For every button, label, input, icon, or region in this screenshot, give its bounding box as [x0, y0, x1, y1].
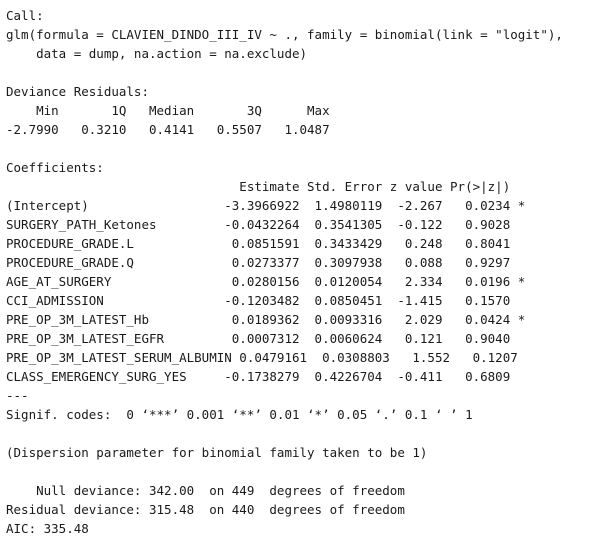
coefficient-row-hb: PRE_OP_3M_LATEST_Hb 0.0189362 0.0093316 …	[6, 312, 526, 327]
coefficient-row-emergency-surg: CLASS_EMERGENCY_SURG_YES -0.1738279 0.42…	[6, 369, 526, 384]
call-header: Call:	[6, 8, 44, 23]
call-args-line: data = dump, na.action = na.exclude)	[6, 46, 308, 61]
residual-deviance-line: Residual deviance: 315.48 on 440 degrees…	[6, 502, 405, 517]
aic-line: AIC: 335.48	[6, 521, 89, 536]
residuals-column-headers: Min 1Q Median 3Q Max	[6, 103, 345, 118]
coefficient-row-intercept: (Intercept) -3.3966922 1.4980119 -2.267 …	[6, 198, 526, 213]
coefficient-row-surgery-path-ketones: SURGERY_PATH_Ketones -0.0432264 0.354130…	[6, 217, 526, 232]
coefficient-row-cci-admission: CCI_ADMISSION -0.1203482 0.0850451 -1.41…	[6, 293, 526, 308]
dispersion-note: (Dispersion parameter for binomial famil…	[6, 445, 428, 460]
call-formula-line: glm(formula = CLAVIEN_DINDO_III_IV ~ ., …	[6, 27, 563, 42]
r-console-output: Call: glm(formula = CLAVIEN_DINDO_III_IV …	[0, 0, 596, 538]
residuals-values: -2.7990 0.3210 0.4141 0.5507 1.0487	[6, 122, 345, 137]
null-deviance-line: Null deviance: 342.00 on 449 degrees of …	[6, 483, 405, 498]
coefficient-row-procedure-grade-l: PROCEDURE_GRADE.L 0.0851591 0.3433429 0.…	[6, 236, 526, 251]
deviance-residuals-header: Deviance Residuals:	[6, 84, 149, 99]
coefficient-row-procedure-grade-q: PROCEDURE_GRADE.Q 0.0273377 0.3097938 0.…	[6, 255, 526, 270]
coefficients-column-headers: Estimate Std. Error z value Pr(>|z|)	[6, 179, 526, 194]
coefficient-row-serum-albumin: PRE_OP_3M_LATEST_SERUM_ALBUMIN 0.0479161…	[6, 350, 533, 365]
signif-codes-line: Signif. codes: 0 ‘***’ 0.001 ‘**’ 0.01 ‘…	[6, 407, 473, 422]
separator-line: ---	[6, 388, 29, 403]
coefficient-row-age-at-surgery: AGE_AT_SURGERY 0.0280156 0.0120054 2.334…	[6, 274, 526, 289]
coefficient-row-egfr: PRE_OP_3M_LATEST_EGFR 0.0007312 0.006062…	[6, 331, 526, 346]
coefficients-header: Coefficients:	[6, 160, 104, 175]
